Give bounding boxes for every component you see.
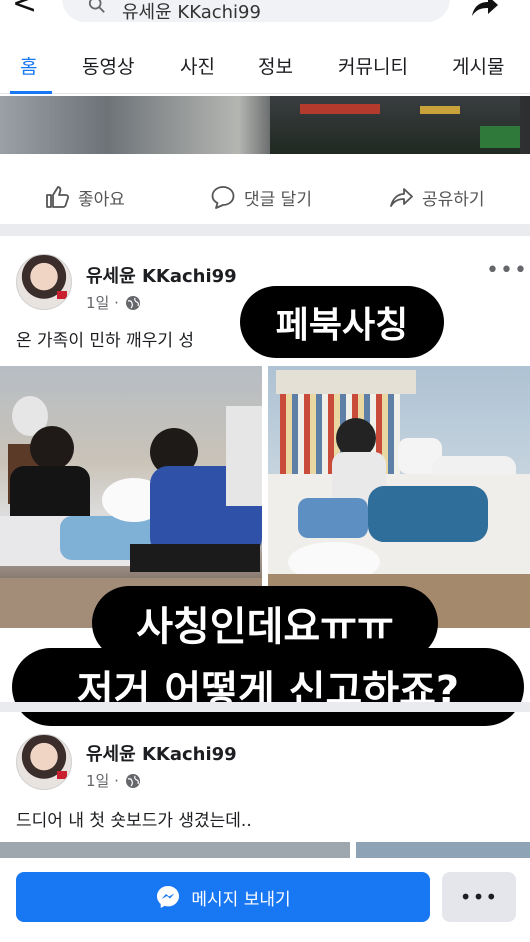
send-message-button[interactable]: 메시지 보내기 <box>16 872 430 922</box>
previous-post-image[interactable] <box>0 96 530 154</box>
search-query: 유세윤 KKachi99 <box>122 2 261 23</box>
tab-about[interactable]: 정보 <box>258 52 293 79</box>
post-text: 온 가족이 민하 깨우기 성 <box>16 331 195 351</box>
post-time[interactable]: 1일 · <box>86 292 119 313</box>
tab-posts[interactable]: 게시물 <box>452 52 504 79</box>
tab-videos[interactable]: 동영상 <box>82 52 134 79</box>
post-author[interactable]: 유세윤 KKachi99 <box>86 262 237 288</box>
share-button[interactable]: 공유하기 <box>388 184 485 210</box>
messenger-icon <box>157 886 180 908</box>
like-label: 좋아요 <box>78 189 125 210</box>
post-actions: 좋아요 댓글 달기 공유하기 <box>0 170 530 222</box>
caption-how-to-report: 저거 어떻게 신고하죠? <box>12 648 524 726</box>
search-icon <box>88 0 105 13</box>
comment-button[interactable]: 댓글 달기 <box>210 184 312 210</box>
avatar[interactable] <box>16 734 72 790</box>
post-options-icon[interactable]: ••• <box>486 258 528 283</box>
page-tabs: 홈 동영상 사진 정보 커뮤니티 게시물 <box>0 38 530 94</box>
feed-divider <box>0 702 530 712</box>
like-button[interactable]: 좋아요 <box>44 184 125 210</box>
avatar[interactable] <box>16 254 72 310</box>
more-options-button[interactable]: ••• <box>442 872 516 922</box>
active-tab-indicator <box>10 91 52 94</box>
send-message-label: 메시지 보내기 <box>191 889 291 910</box>
share-icon[interactable] <box>468 0 500 22</box>
comment-label: 댓글 달기 <box>244 189 312 210</box>
caption-impersonation: 페북사칭 <box>240 286 444 358</box>
top-bar: < 유세윤 KKachi99 <box>0 0 530 30</box>
share-label: 공유하기 <box>422 189 485 210</box>
post-meta: 1일 · <box>86 770 141 791</box>
thumbs-up-icon <box>46 186 70 208</box>
comment-icon <box>211 186 235 209</box>
post-photo-left[interactable] <box>0 366 262 578</box>
post-author[interactable]: 유세윤 KKachi99 <box>86 740 237 766</box>
post-time[interactable]: 1일 · <box>86 770 119 791</box>
message-bar: 메시지 보내기 ••• <box>0 858 530 942</box>
post-text: 드디어 내 첫 숏보드가 생겼는데.. <box>16 811 252 831</box>
feed-divider <box>0 224 530 236</box>
search-input[interactable]: 유세윤 KKachi99 <box>62 0 450 23</box>
globe-icon <box>125 295 140 310</box>
share-arrow-icon <box>390 188 413 207</box>
globe-icon <box>125 773 140 788</box>
tab-community[interactable]: 커뮤니티 <box>338 52 408 79</box>
back-arrow-icon[interactable]: < <box>12 0 37 21</box>
post-meta: 1일 · <box>86 292 141 313</box>
tab-home[interactable]: 홈 <box>20 52 37 79</box>
tab-photos[interactable]: 사진 <box>180 52 215 79</box>
